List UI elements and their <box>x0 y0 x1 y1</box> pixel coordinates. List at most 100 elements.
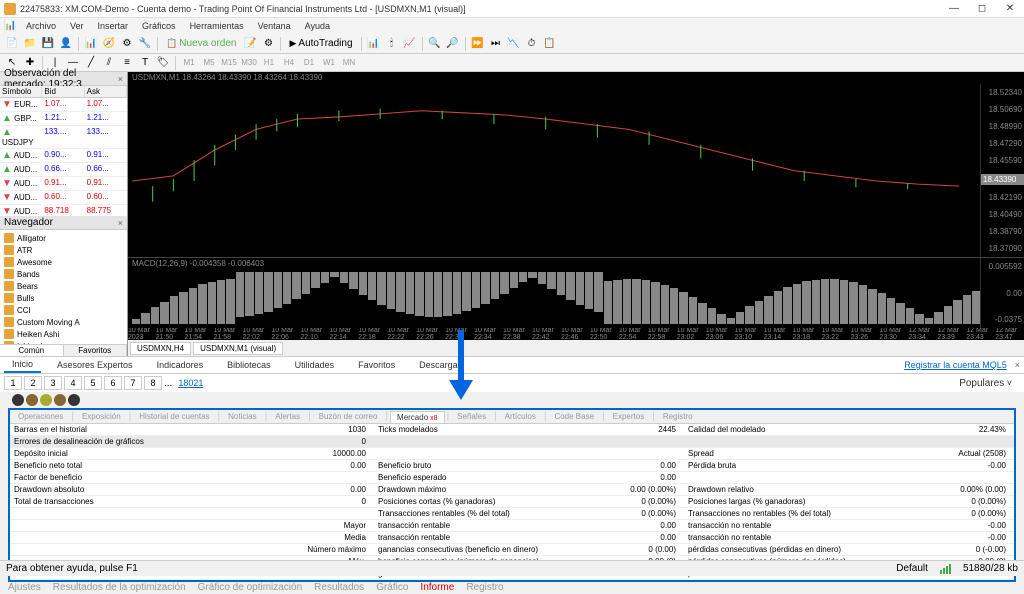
tb-options[interactable]: ⚙ <box>260 36 276 52</box>
nav-item[interactable]: Bears <box>2 280 125 292</box>
symbol-row[interactable]: ▼ AUD...0.91...0.91... <box>0 177 127 191</box>
close-icon[interactable]: × <box>1015 360 1020 370</box>
symbol-row[interactable]: ▼ AUD...0.60...0.60... <box>0 191 127 205</box>
page-6[interactable]: 6 <box>104 376 122 390</box>
chart-tab-h4[interactable]: USDMXN,H4 <box>130 342 191 355</box>
tab-bibliotecas[interactable]: Bibliotecas <box>219 358 279 372</box>
nav-item[interactable]: Heiken Ashi <box>2 328 125 340</box>
menu-herramientas[interactable]: Herramientas <box>184 20 250 32</box>
symbol-row[interactable]: ▲ AUD...0.66...0.66... <box>0 163 127 177</box>
tb-terminal[interactable]: ⚙ <box>119 36 135 52</box>
sub-tab[interactable]: Artículos <box>499 411 542 422</box>
menu-ayuda[interactable]: Ayuda <box>299 20 336 32</box>
nav-item[interactable]: ATR <box>2 244 125 256</box>
sub-tab[interactable]: Noticias <box>222 411 262 422</box>
sub-tab[interactable]: Mercadox8 <box>390 411 445 423</box>
tf-d1[interactable]: D1 <box>300 56 318 70</box>
page-5[interactable]: 5 <box>84 376 102 390</box>
page-8[interactable]: 8 <box>144 376 162 390</box>
tb-template[interactable]: 📋 <box>542 36 558 52</box>
tab-descargas[interactable]: Descargas <box>411 358 470 372</box>
macd-header: MACD(12,26,9) -0.004358 -0.006403 <box>128 258 1024 269</box>
nueva-orden-button[interactable]: 📋 Nueva orden <box>162 38 240 49</box>
tf-m1[interactable]: M1 <box>180 56 198 70</box>
page-4[interactable]: 4 <box>64 376 82 390</box>
tab-inicio[interactable]: Inicio <box>4 357 41 373</box>
page-last[interactable]: 18021 <box>174 378 207 388</box>
tb-editor[interactable]: 📝 <box>242 36 258 52</box>
tb-profile[interactable]: 👤 <box>58 36 74 52</box>
maximize-button[interactable]: ◻ <box>972 2 992 16</box>
menu-ventana[interactable]: Ventana <box>252 20 297 32</box>
menu-insertar[interactable]: Insertar <box>92 20 135 32</box>
nav-item[interactable]: Bands <box>2 268 125 280</box>
sub-tab[interactable]: Historial de cuentas <box>133 411 215 422</box>
tb-new[interactable]: 📄 <box>4 36 20 52</box>
tf-m30[interactable]: M30 <box>240 56 258 70</box>
page-3[interactable]: 3 <box>44 376 62 390</box>
close-icon[interactable]: × <box>118 218 123 228</box>
tb-open[interactable]: 📁 <box>22 36 38 52</box>
menu-archivo[interactable]: Archivo <box>20 20 62 32</box>
sub-tab[interactable]: Exposición <box>76 411 127 422</box>
tf-h1[interactable]: H1 <box>260 56 278 70</box>
tb-bar[interactable]: 📊 <box>366 36 382 52</box>
page-7[interactable]: 7 <box>124 376 142 390</box>
close-button[interactable]: ✕ <box>1000 2 1020 16</box>
page-2[interactable]: 2 <box>24 376 42 390</box>
close-icon[interactable]: × <box>118 74 123 84</box>
chart-tab-m1[interactable]: USDMXN,M1 (visual) <box>193 342 283 355</box>
nav-item[interactable]: Awesome <box>2 256 125 268</box>
page-1[interactable]: 1 <box>4 376 22 390</box>
sub-tab[interactable]: Buzón de correo <box>313 411 384 422</box>
tf-m5[interactable]: M5 <box>200 56 218 70</box>
nav-item[interactable]: CCI <box>2 304 125 316</box>
tf-w1[interactable]: W1 <box>320 56 338 70</box>
symbol-row[interactable]: ▼ EUR...1.07...1.07... <box>0 98 127 112</box>
tb-line[interactable]: 📈 <box>402 36 418 52</box>
tab-asesores[interactable]: Asesores Expertos <box>49 358 141 372</box>
tab-comun[interactable]: Común <box>0 345 64 356</box>
tab-favoritos[interactable]: Favoritos <box>350 358 403 372</box>
symbol-row[interactable]: ▲ USDJPY133....133.... <box>0 126 127 149</box>
tf-m15[interactable]: M15 <box>220 56 238 70</box>
text-icon[interactable]: T <box>137 55 153 71</box>
sub-tab[interactable]: Señales <box>451 411 492 422</box>
tab-favoritos[interactable]: Favoritos <box>64 345 128 356</box>
sub-tab[interactable]: Registro <box>657 411 699 422</box>
tb-indicators[interactable]: 📉 <box>506 36 522 52</box>
tb-scroll[interactable]: ⏩ <box>470 36 486 52</box>
autotrading-button[interactable]: ▶ AutoTrading <box>285 38 356 49</box>
sub-tab[interactable]: Code Base <box>548 411 600 422</box>
tf-mn[interactable]: MN <box>340 56 358 70</box>
populares-dropdown[interactable]: Populares ˅ <box>951 376 1020 391</box>
tb-zoomout[interactable]: 🔎 <box>445 36 461 52</box>
menu-ver[interactable]: Ver <box>64 20 90 32</box>
fibo-icon[interactable]: ≡ <box>119 55 135 71</box>
symbol-row[interactable]: ▲ AUD...0.90...0.91... <box>0 149 127 163</box>
tb-save[interactable]: 💾 <box>40 36 56 52</box>
nav-item[interactable]: Custom Moving A <box>2 316 125 328</box>
menu-graficos[interactable]: Gráficos <box>136 20 182 32</box>
sub-tab[interactable]: Expertos <box>607 411 651 422</box>
tb-candle[interactable]: 🕯 <box>384 36 400 52</box>
nav-item[interactable]: Alligator <box>2 232 125 244</box>
tb-shift[interactable]: ⏭ <box>488 36 504 52</box>
tb-nav[interactable]: 🧭 <box>101 36 117 52</box>
sub-tab[interactable]: Alertas <box>269 411 306 422</box>
label-icon[interactable]: 🏷 <box>155 55 171 71</box>
symbol-row[interactable]: ▼ AUD...88.71888.775 <box>0 205 127 216</box>
nav-item[interactable]: Bulls <box>2 292 125 304</box>
tb-period[interactable]: ⏱ <box>524 36 540 52</box>
tab-indicadores[interactable]: Indicadores <box>149 358 212 372</box>
candlestick-chart[interactable] <box>132 88 980 243</box>
tb-tester[interactable]: 🔧 <box>137 36 153 52</box>
tab-utilidades[interactable]: Utilidades <box>287 358 343 372</box>
tb-market[interactable]: 📊 <box>83 36 99 52</box>
tb-zoomin[interactable]: 🔍 <box>427 36 443 52</box>
symbol-row[interactable]: ▲ GBP...1.21...1.21... <box>0 112 127 126</box>
sub-tab[interactable]: Operaciones <box>12 411 69 422</box>
minimize-button[interactable]: — <box>944 2 964 16</box>
tf-h4[interactable]: H4 <box>280 56 298 70</box>
register-link[interactable]: Registrar la cuenta MQL5 <box>904 360 1007 370</box>
